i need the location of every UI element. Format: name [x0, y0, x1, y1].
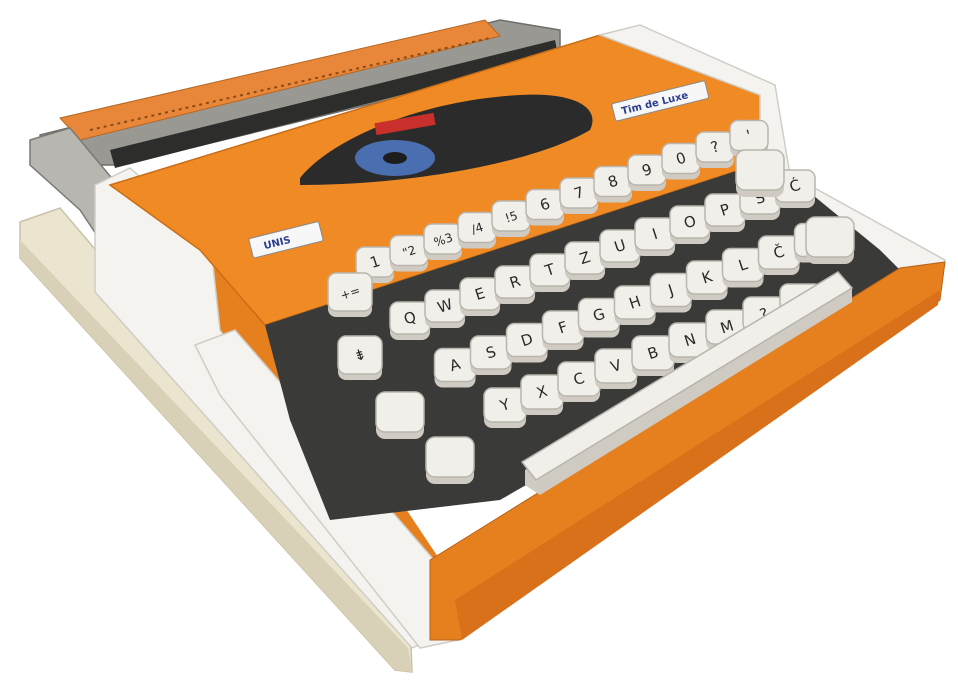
right-key[interactable]	[805, 216, 855, 264]
backspace-key[interactable]	[735, 149, 785, 197]
key-row3-7[interactable]: K	[685, 260, 729, 300]
key-cap	[805, 216, 855, 258]
key-row1-8[interactable]: 9	[627, 154, 667, 191]
key-row3-9[interactable]: Č	[757, 235, 801, 275]
key-row2-1[interactable]: W	[424, 289, 466, 328]
key-row4-1[interactable]: X	[520, 374, 564, 415]
shift-key-upper[interactable]	[375, 391, 425, 439]
key-row1-4[interactable]: !5	[491, 200, 531, 237]
key-row4-0[interactable]: Y	[483, 387, 527, 428]
key-row2-7[interactable]: I	[634, 217, 676, 256]
key-row1-1[interactable]: "2	[389, 234, 429, 272]
key-row3-1[interactable]: S	[469, 335, 513, 375]
key-row1-2[interactable]: %3	[423, 223, 463, 260]
key-row3-0[interactable]: A	[433, 347, 477, 388]
shift-key-lower[interactable]	[425, 436, 475, 484]
typewriter-photo: Tim de Luxe UNIS 1"2%3/4!567890?'QWERTZU…	[19, 19, 946, 673]
key-row3-5[interactable]: H	[613, 285, 657, 325]
key-cap	[375, 391, 425, 433]
key-row1-3[interactable]: /4	[457, 211, 497, 249]
key-row4-2[interactable]: C	[557, 361, 601, 402]
key-left-0[interactable]: +=	[327, 272, 373, 317]
key-row2-0[interactable]: Q	[389, 301, 431, 340]
key-row3-4[interactable]: G	[577, 297, 621, 338]
key-row3-6[interactable]: J	[649, 272, 693, 313]
key-row4-4[interactable]: B	[631, 335, 675, 376]
key-row3-3[interactable]: F	[541, 310, 585, 350]
key-row2-4[interactable]: T	[529, 253, 571, 292]
key-row2-5[interactable]: Z	[564, 241, 606, 280]
key-row3-2[interactable]: D	[505, 322, 549, 363]
key-row4-3[interactable]: V	[594, 348, 638, 389]
key-row1-7[interactable]: 8	[593, 165, 633, 203]
key-row2-6[interactable]: U	[599, 229, 641, 268]
key-cap	[425, 436, 475, 478]
ribbon-spool-center	[383, 152, 407, 164]
key-row2-9[interactable]: P	[704, 193, 746, 232]
key-row3-8[interactable]: L	[721, 247, 765, 288]
key-cap	[735, 149, 785, 191]
key-row2-2[interactable]: E	[459, 277, 501, 316]
key-row1-6[interactable]: 7	[559, 177, 599, 214]
key-row1-5[interactable]: 6	[525, 188, 565, 226]
key-row1-10[interactable]: ?	[695, 131, 735, 168]
key-row1-9[interactable]: 0	[661, 142, 701, 180]
key-left-1[interactable]: ⇟	[337, 335, 383, 380]
key-row2-8[interactable]: O	[669, 205, 711, 244]
key-row2-3[interactable]: R	[494, 265, 536, 304]
